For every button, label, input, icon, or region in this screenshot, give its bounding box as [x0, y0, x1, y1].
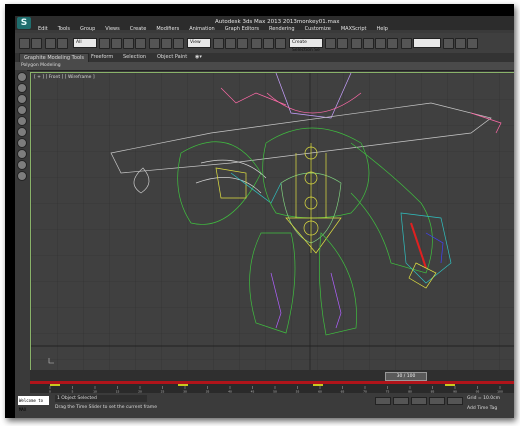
named-selection-sets-input[interactable]: Create Selection Se: [289, 38, 323, 53]
ribbon-panel-bar: Polygon Modeling: [15, 62, 514, 71]
modify-icon[interactable]: [17, 83, 27, 93]
viewport-label[interactable]: [ + ] [ Front ] [ Wireframe ]: [34, 75, 95, 80]
redo-icon[interactable]: [31, 38, 42, 49]
scale-icon[interactable]: [173, 38, 184, 49]
motion-icon[interactable]: [17, 105, 27, 115]
trackbar-ruler: 0 5 10 15 20 25 30 35 40 45 50 55 60 65 70 75 80 85 90 95 10…: [30, 381, 514, 394]
system-icon[interactable]: [17, 171, 27, 181]
render-preset-dropdown[interactable]: [413, 38, 441, 48]
menu-group[interactable]: Group: [75, 25, 100, 33]
play-icon[interactable]: [411, 397, 427, 405]
front-viewport[interactable]: [ + ] [ Front ] [ Wireframe ]: [30, 72, 514, 371]
rendered-frame-icon[interactable]: [455, 38, 466, 49]
hierarchy-icon[interactable]: [17, 94, 27, 104]
render-setup-icon[interactable]: [443, 38, 454, 49]
reference-coord-dropdown[interactable]: View: [187, 38, 211, 48]
select-object-icon[interactable]: [99, 38, 110, 49]
timeline-ticks: 0 5 10 15 20 25 30 35 40 45 50 55 60 65 70 75 80 85 90 95 10…: [49, 386, 503, 394]
display-icon[interactable]: [17, 116, 27, 126]
video-frame: S Autodesk 3ds Max 2013 2013monkey01.max…: [5, 4, 514, 418]
menu-customize[interactable]: Customize: [300, 25, 336, 33]
unlink-icon[interactable]: [57, 38, 68, 49]
prompt-line: Drag the Time Slider to set the current …: [55, 405, 157, 410]
maxscript-listener[interactable]: Welcome to MAX: [18, 396, 49, 412]
wireframe-scene: [31, 73, 514, 370]
utilities-icon[interactable]: [17, 127, 27, 137]
menu-views[interactable]: Views: [100, 25, 124, 33]
link-icon[interactable]: [45, 38, 56, 49]
selection-status: 1 Object Selected: [55, 395, 147, 402]
render-production-icon[interactable]: [467, 38, 478, 49]
menu-edit[interactable]: Edit: [33, 25, 53, 33]
time-config-icon[interactable]: [447, 397, 463, 405]
move-icon[interactable]: [149, 38, 160, 49]
menu-bar: Edit Tools Group Views Create Modifiers …: [33, 25, 393, 33]
mirror-icon[interactable]: [325, 38, 336, 49]
ribbon-panel-label[interactable]: Polygon Modeling: [21, 62, 61, 70]
menu-graph-editors[interactable]: Graph Editors: [220, 25, 264, 33]
pivot-icon[interactable]: [213, 38, 224, 49]
ribbon-tabs: Graphite Modeling Tools Freeform Selecti…: [15, 53, 514, 63]
max-application-window: S Autodesk 3ds Max 2013 2013monkey01.max…: [15, 16, 514, 418]
menu-animation[interactable]: Animation: [184, 25, 220, 33]
tab-freeform[interactable]: Freeform: [91, 53, 113, 62]
curve-editor-icon[interactable]: [375, 38, 386, 49]
time-slider[interactable]: 30 / 100: [385, 372, 427, 381]
light-icon[interactable]: [17, 149, 27, 159]
menu-maxscript[interactable]: MAXScript: [336, 25, 372, 33]
snaps-toggle-icon[interactable]: [251, 38, 262, 49]
graphite-toggle-icon[interactable]: [363, 38, 374, 49]
rect-selection-icon[interactable]: [123, 38, 134, 49]
tab-selection[interactable]: Selection: [123, 53, 146, 62]
keyboard-shortcut-icon[interactable]: [237, 38, 248, 49]
schematic-view-icon[interactable]: [387, 38, 398, 49]
time-slider-track[interactable]: 30 / 100: [30, 370, 514, 381]
main-toolbar: All View Create Selection Se: [15, 33, 514, 54]
select-by-name-icon[interactable]: [111, 38, 122, 49]
angle-snap-icon[interactable]: [263, 38, 274, 49]
tab-object-paint[interactable]: Object Paint: [157, 53, 187, 62]
align-icon[interactable]: [337, 38, 348, 49]
undo-icon[interactable]: [19, 38, 30, 49]
layer-manager-icon[interactable]: [351, 38, 362, 49]
window-crossing-icon[interactable]: [135, 38, 146, 49]
menu-rendering[interactable]: Rendering: [264, 25, 300, 33]
prev-frame-icon[interactable]: [393, 397, 409, 405]
app-logo-icon[interactable]: S: [17, 17, 31, 29]
material-editor-icon[interactable]: [401, 38, 412, 49]
key-mode-icon[interactable]: [375, 397, 391, 405]
helper-icon[interactable]: [17, 160, 27, 170]
percent-snap-icon[interactable]: [275, 38, 286, 49]
select-manipulate-icon[interactable]: [225, 38, 236, 49]
menu-modifiers[interactable]: Modifiers: [151, 25, 184, 33]
next-frame-icon[interactable]: [429, 397, 445, 405]
menu-tools[interactable]: Tools: [53, 25, 75, 33]
trackbar[interactable]: 0 5 10 15 20 25 30 35 40 45 50 55 60 65 70 75 80 85 90 95 10…: [30, 381, 514, 394]
status-bar: Welcome to MAX 1 Object Selected Drag th…: [15, 393, 514, 418]
menu-create[interactable]: Create: [125, 25, 152, 33]
create-icon[interactable]: [17, 72, 27, 82]
ribbon-options-icon[interactable]: ◉▾: [195, 53, 202, 62]
selection-filter-dropdown[interactable]: All: [73, 38, 97, 48]
left-tool-column: [15, 70, 27, 370]
grid-readout: Grid = 10.0cm: [467, 396, 500, 401]
add-time-tag-button[interactable]: Add Time Tag: [467, 406, 497, 411]
menu-help[interactable]: Help: [372, 25, 393, 33]
camera-icon[interactable]: [17, 138, 27, 148]
rotate-icon[interactable]: [161, 38, 172, 49]
